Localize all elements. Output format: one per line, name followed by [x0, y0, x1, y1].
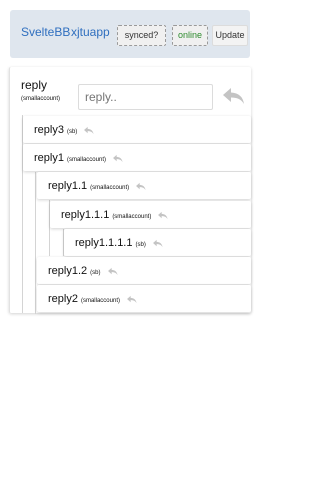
reply-title-text: reply1.1.1.1	[75, 237, 133, 249]
reply-author: (sb)	[135, 242, 146, 248]
update-button[interactable]: Update	[212, 25, 248, 46]
reply-title-text: reply1	[34, 152, 64, 164]
root-post-title: reply	[21, 78, 48, 92]
reply-icon[interactable]	[107, 267, 119, 276]
reply-title-text: reply2	[48, 293, 78, 305]
reply-title-text: reply3	[34, 124, 64, 136]
thread-line	[35, 172, 36, 314]
reply-author: (smallaccount)	[80, 298, 120, 304]
online-status-badge: online	[172, 25, 208, 46]
reply-icon[interactable]	[135, 182, 147, 191]
reply-title: reply1.1.1 (smallaccount)	[61, 209, 169, 221]
reply-title: reply1.1.1.1 (sb)	[75, 237, 164, 249]
reply-icon[interactable]	[157, 211, 169, 220]
reply-author: (smallaccount)	[112, 214, 152, 220]
reply-title: reply1.2 (sb)	[48, 265, 119, 277]
username-link[interactable]: xjtuapp	[71, 25, 110, 39]
reply-author: (smallaccount)	[90, 185, 130, 191]
reply-icon[interactable]	[112, 154, 124, 163]
synced-status-badge[interactable]: synced?	[117, 25, 166, 46]
reply-title-text: reply1.2	[48, 265, 88, 277]
reply-input[interactable]	[78, 84, 213, 110]
reply-icon[interactable]	[126, 295, 138, 304]
top-bar: SvelteBB xjtuapp synced? online Update	[10, 10, 250, 58]
reply-icon[interactable]	[83, 126, 95, 135]
reply-title: reply2 (smallaccount)	[48, 293, 138, 305]
reply-author: (smallaccount)	[66, 157, 106, 163]
reply-title: reply1.1 (smallaccount)	[48, 180, 147, 192]
root-post-author: (smallaccount)	[21, 96, 61, 102]
reply-icon[interactable]	[152, 239, 164, 248]
reply-title: reply3 (sb)	[34, 124, 95, 136]
reply-author: (sb)	[90, 270, 101, 276]
reply-title: reply1 (smallaccount)	[34, 152, 124, 164]
reply-author: (sb)	[66, 129, 78, 135]
reply-title-text: reply1.1.1	[61, 209, 110, 221]
reply-title-text: reply1.1	[48, 180, 88, 192]
reply-icon[interactable]	[222, 86, 246, 106]
app-name-link[interactable]: SvelteBB	[21, 25, 70, 39]
